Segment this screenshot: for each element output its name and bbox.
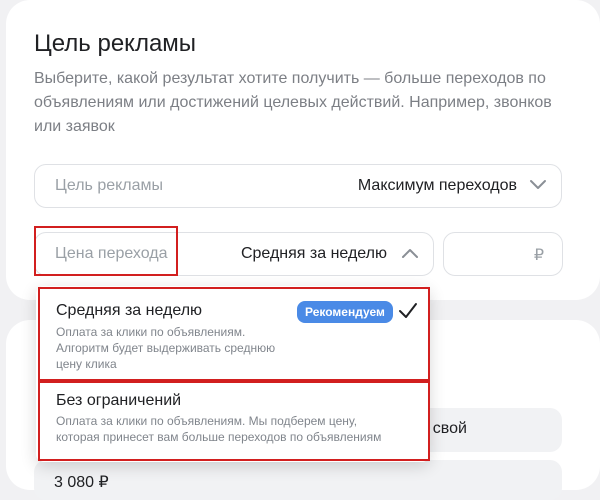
- option-description: Оплата за клики по объявлениям. Алгоритм…: [56, 325, 276, 371]
- option-weekly-average[interactable]: Средняя за неделю Рекомендуем Оплата за …: [38, 287, 430, 381]
- option-label: Без ограничений: [56, 392, 182, 409]
- price-label-highlight: [34, 226, 178, 276]
- price-amount-input[interactable]: ₽: [443, 232, 563, 276]
- check-icon: [399, 303, 417, 318]
- recommended-badge: Рекомендуем: [297, 301, 393, 323]
- price-select-value: Средняя за неделю: [240, 245, 387, 262]
- section-title: Цель рекламы: [34, 30, 197, 57]
- goal-select-label: Цель рекламы: [55, 177, 164, 194]
- section-description: Выберите, какой результат хотите получит…: [34, 70, 552, 135]
- background-amount-value: 3 080 ₽: [54, 474, 109, 491]
- background-amount-field[interactable]: 3 080 ₽: [34, 460, 562, 500]
- chevron-down-icon: [530, 180, 546, 189]
- option-no-limits[interactable]: Без ограничений Оплата за клики по объяв…: [38, 381, 430, 461]
- option-description: Оплата за клики по объявлениям. Мы подбе…: [56, 414, 382, 444]
- goal-select-value: Максимум переходов: [357, 177, 517, 194]
- currency-symbol: ₽: [533, 247, 544, 264]
- chevron-up-icon: [402, 249, 418, 258]
- option-label: Средняя за неделю: [56, 302, 203, 319]
- goal-select[interactable]: Цель рекламы Максимум переходов: [34, 164, 562, 208]
